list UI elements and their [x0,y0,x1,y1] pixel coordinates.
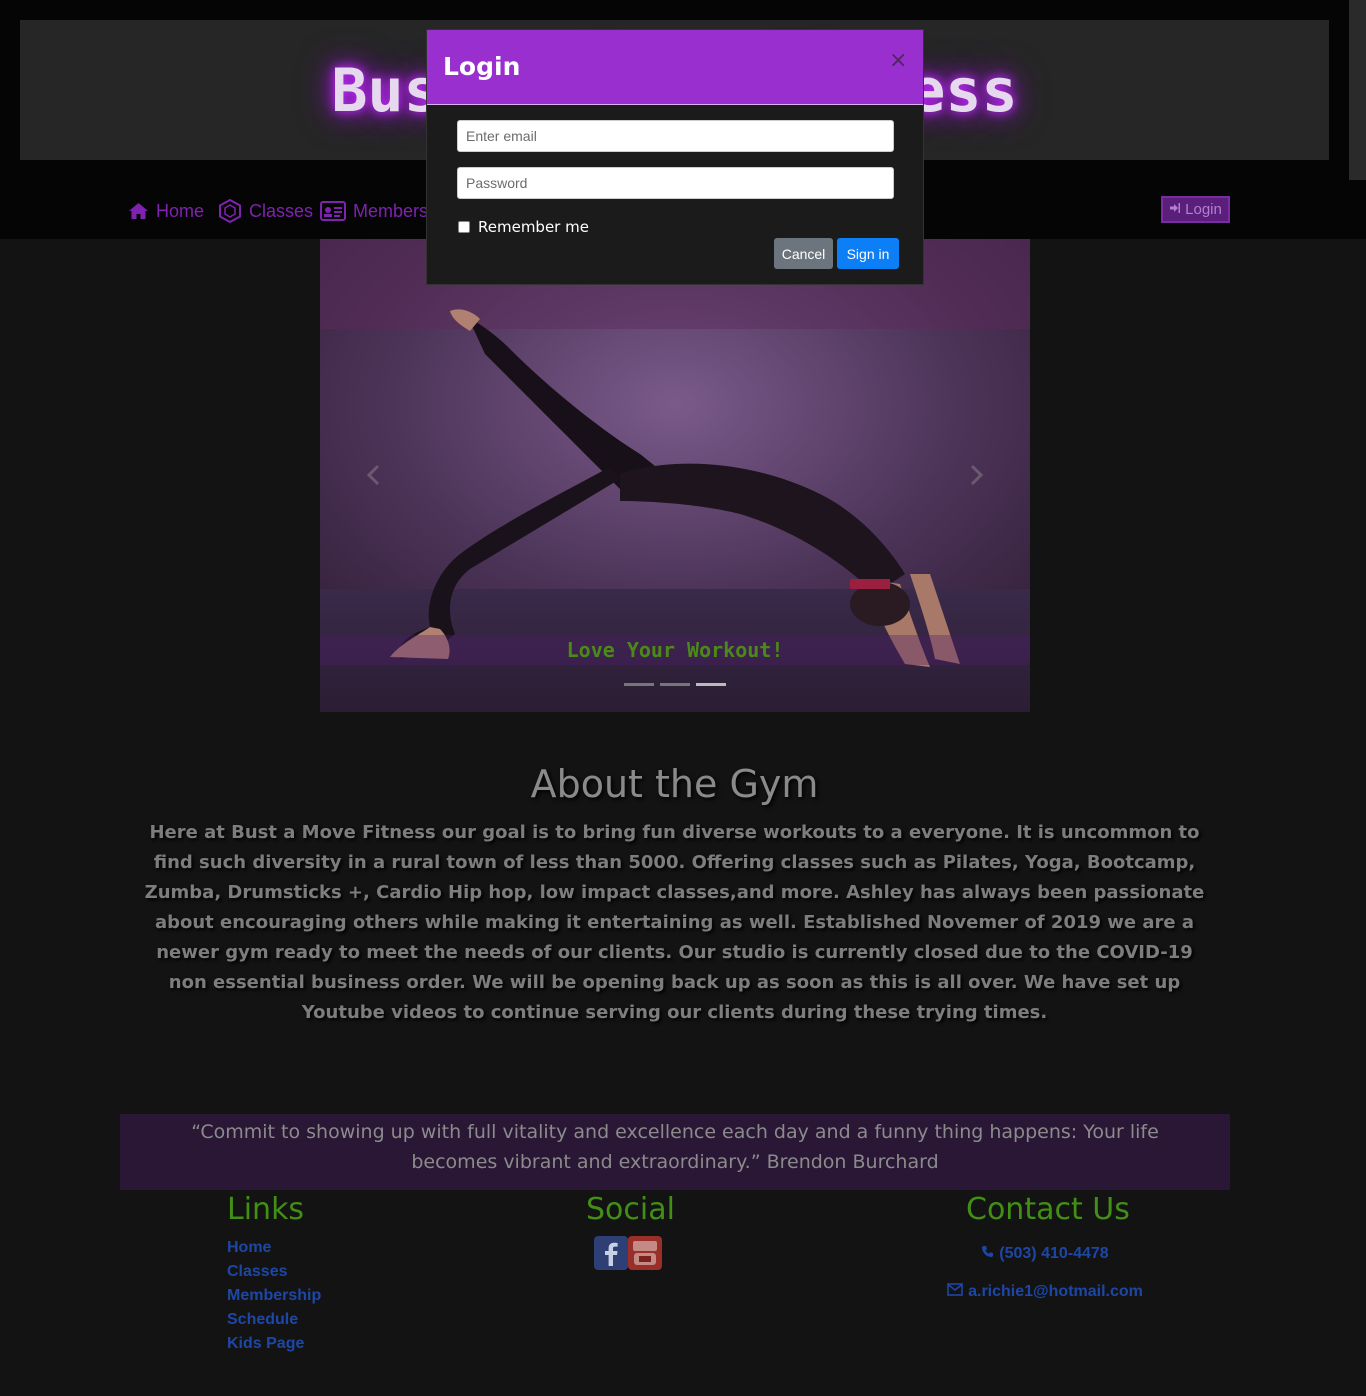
password-field[interactable] [457,167,894,199]
modal-header: Login × [427,30,923,105]
sign-in-icon [1169,201,1181,218]
login-button-label: Login [1185,201,1222,218]
facebook-icon[interactable] [594,1236,628,1270]
footer-social-title: Social [586,1192,675,1227]
carousel-prev-button[interactable] [364,463,384,487]
about-text: Here at Bust a Move Fitness our goal is … [144,822,1205,1023]
carousel-caption: Love Your Workout! [320,635,1030,665]
cancel-button[interactable]: Cancel [774,238,833,269]
footer-links-title: Links [227,1192,305,1227]
chevron-left-icon [366,464,380,486]
contact-email[interactable]: a.richie1@hotmail.com [900,1283,1190,1301]
about-title: About the Gym [530,762,819,806]
home-icon [128,202,149,220]
login-modal: Login × Remember me Cancel Sign in [426,29,924,285]
modal-title: Login [443,52,521,81]
footer-link-schedule[interactable]: Schedule [227,1311,298,1329]
nav-item-home[interactable]: Home [128,199,204,223]
nav-item-label: Classes [249,200,314,221]
hexagon-icon [218,199,242,223]
footer-link-classes[interactable]: Classes [227,1263,288,1281]
carousel-indicator-3[interactable] [696,683,726,686]
nav-item-members[interactable]: Members [320,199,428,223]
footer-link-kids-page[interactable]: Kids Page [227,1335,304,1353]
scrollbar[interactable] [1349,0,1366,180]
remember-me[interactable]: Remember me [458,218,589,236]
carousel-next-button[interactable] [966,463,986,487]
footer-link-home[interactable]: Home [227,1239,271,1257]
nav-item-classes[interactable]: Classes [218,199,313,223]
nav-item-label: Members [353,200,429,221]
hero-carousel: Love Your Workout! [320,239,1030,712]
quote-text: “Commit to showing up with full vitality… [191,1121,1159,1173]
envelope-icon [947,1283,963,1301]
remember-me-label: Remember me [478,218,589,236]
id-card-icon [320,201,346,221]
carousel-indicator-1[interactable] [624,683,654,686]
nav-item-label: Home [156,200,205,221]
phone-icon [981,1245,994,1263]
close-icon[interactable]: × [889,48,907,73]
footer-contact-title: Contact Us [966,1192,1130,1227]
login-button[interactable]: Login [1161,196,1230,223]
contact-phone-text: (503) 410-4478 [999,1245,1109,1262]
email-field[interactable] [457,120,894,152]
sign-in-button[interactable]: Sign in [837,238,899,269]
remember-me-checkbox[interactable] [458,221,470,233]
carousel-indicator-2[interactable] [660,683,690,686]
youtube-icon[interactable] [628,1236,662,1270]
chevron-right-icon [970,464,984,486]
footer-link-membership[interactable]: Membership [227,1287,321,1305]
contact-phone[interactable]: (503) 410-4478 [900,1245,1190,1263]
contact-email-text: a.richie1@hotmail.com [968,1283,1143,1300]
quote-banner: “Commit to showing up with full vitality… [120,1114,1230,1190]
